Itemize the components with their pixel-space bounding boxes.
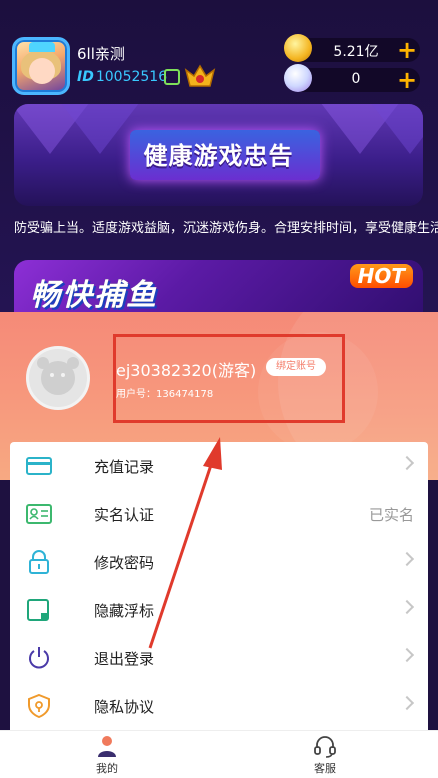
gold-balance: 5.21亿 +: [284, 34, 420, 62]
gold-coin-icon: [284, 34, 312, 62]
menu-item-label: 隐藏浮标: [94, 602, 155, 620]
highlight-box: [113, 334, 345, 423]
menu-item-logout[interactable]: 退出登录: [10, 634, 428, 682]
headset-icon: [314, 736, 336, 758]
tab-label: 我的: [96, 762, 118, 775]
id-card-icon: [26, 504, 52, 524]
menu-item-hide-float[interactable]: 隐藏浮标: [10, 586, 428, 634]
fishing-banner-title: 畅快捕鱼: [30, 278, 158, 313]
rank-badge-icon: [184, 64, 216, 87]
player-avatar[interactable]: [12, 37, 70, 95]
power-icon: [29, 647, 49, 669]
id-label: ID: [77, 69, 94, 85]
tab-label: 客服: [314, 762, 336, 775]
chevron-right-icon: [399, 455, 415, 471]
menu-item-recharge-records[interactable]: 充值记录: [10, 442, 428, 490]
card-icon: [26, 457, 52, 475]
pearl-icon: [284, 64, 312, 92]
chevron-right-icon: [399, 647, 415, 663]
player-name: 6ll亲测: [77, 45, 125, 63]
tab-customer-service[interactable]: 客服: [265, 731, 385, 778]
shield-icon: [28, 694, 50, 718]
float-icon: [27, 599, 49, 621]
menu-item-privacy[interactable]: 隐私协议: [10, 682, 428, 730]
chevron-right-icon: [399, 695, 415, 711]
gold-value: 5.21亿: [333, 44, 379, 60]
hot-badge: HOT: [349, 264, 413, 288]
person-icon: [98, 736, 116, 757]
menu-item-label: 充值记录: [94, 458, 155, 476]
add-gold-button[interactable]: +: [396, 38, 418, 62]
menu-item-label: 实名认证: [94, 506, 155, 524]
pearl-balance: 0 +: [284, 64, 420, 92]
copy-icon[interactable]: [164, 69, 180, 85]
add-pearl-button[interactable]: +: [396, 68, 418, 92]
menu-item-label: 修改密码: [94, 554, 155, 572]
health-banner[interactable]: 健康游戏忠告: [14, 104, 423, 206]
game-background: 6ll亲测 ID 10052516 5.21亿 + 0 + 健康游戏忠告 防受骗上…: [0, 0, 438, 330]
menu-item-label: 退出登录: [94, 650, 155, 668]
chevron-right-icon: [399, 551, 415, 567]
menu-item-real-name[interactable]: 实名认证 已实名: [10, 490, 428, 538]
player-id: ID 10052516: [77, 69, 167, 85]
menu-list: 充值记录 实名认证 已实名 修改密码 隐藏浮标 退出登录 隐私协议: [10, 442, 428, 730]
tab-me[interactable]: 我的: [47, 731, 167, 778]
chevron-right-icon: [399, 599, 415, 615]
verified-status: 已实名: [368, 506, 414, 524]
menu-item-change-password[interactable]: 修改密码: [10, 538, 428, 586]
health-banner-title: 健康游戏忠告: [143, 142, 294, 170]
user-avatar[interactable]: [26, 346, 90, 410]
bottom-tab-bar: 我的 客服: [0, 730, 438, 778]
notice-marquee: 防受骗上当。适度游戏益脑，沉迷游戏伤身。合理安排时间，享受健康生活。: [14, 221, 438, 236]
pearl-value: 0: [351, 71, 361, 87]
id-value: 10052516: [95, 69, 168, 85]
account-panel: ej30382320(游客) 绑定账号 用户号：136474178 充值记录 实…: [0, 312, 438, 778]
lock-icon: [29, 550, 49, 574]
menu-item-label: 隐私协议: [94, 698, 155, 716]
